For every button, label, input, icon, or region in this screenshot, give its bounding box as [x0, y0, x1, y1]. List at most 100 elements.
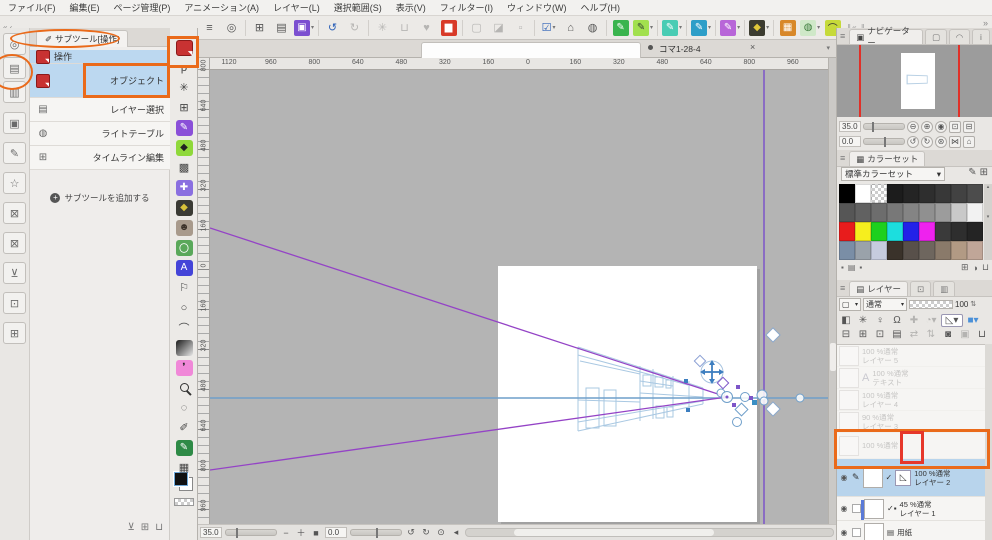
eye-icon[interactable]: ◉: [839, 528, 849, 537]
ruler-range-icon[interactable]: ◺▾: [941, 314, 963, 327]
pen-green-icon[interactable]: ✎: [610, 18, 631, 38]
import-subtool-icon[interactable]: ⊻: [127, 522, 134, 533]
scroll-left-icon[interactable]: ◂: [450, 527, 462, 539]
subtool-item-タイムライン編集[interactable]: ⊞タイムライン編集: [30, 146, 170, 170]
color-swatch-#4c4c4c[interactable]: [967, 184, 983, 203]
figure-person-tool[interactable]: ☻: [173, 218, 195, 237]
onion-skin-icon[interactable]: ♀: [873, 315, 887, 326]
layer-thumbnail[interactable]: [864, 523, 884, 540]
subtool-tab[interactable]: ✐ サブツール[操作]: [36, 30, 128, 47]
add-subtool-button[interactable]: + サブツールを追加する: [30, 188, 170, 208]
grid-tool[interactable]: ▦: [173, 458, 195, 477]
zoom-slider-knob[interactable]: [236, 528, 238, 538]
new-layer-icon[interactable]: ⊞: [856, 329, 870, 340]
draft-layer-icon[interactable]: ✳: [856, 315, 870, 326]
color-swatch-#1c1c1c[interactable]: [887, 184, 903, 203]
new-folder-icon[interactable]: ▤: [890, 329, 904, 340]
combine-icon[interactable]: ⇅: [924, 329, 938, 340]
nav-flip-v-icon[interactable]: ⌂: [963, 136, 975, 148]
eye-icon[interactable]: ◉: [839, 504, 849, 513]
zoom-value[interactable]: 35.0: [200, 527, 222, 538]
undo-icon[interactable]: ↺: [322, 18, 343, 38]
opacity-value[interactable]: 100: [955, 300, 968, 309]
apply-mask-icon[interactable]: ▣: [958, 329, 972, 340]
colorset-view-icon[interactable]: ▤: [848, 263, 856, 272]
curve-ruler-tool[interactable]: ⌒: [173, 318, 195, 337]
menu-ファイル(F)[interactable]: ファイル(F): [8, 1, 56, 14]
menu-ヘルプ(H)[interactable]: ヘルプ(H): [581, 1, 621, 14]
snap-check-icon[interactable]: ☑▾: [538, 18, 559, 38]
chevron-down-icon[interactable]: ▾: [650, 24, 653, 31]
rotate-slider-knob[interactable]: [376, 528, 378, 538]
tab-list-icon[interactable]: ▾: [826, 44, 830, 52]
navigator-rotate-slider[interactable]: [863, 138, 905, 145]
rotate-left-icon[interactable]: ↺: [405, 527, 417, 539]
save-icon[interactable]: ▣▾: [293, 18, 315, 38]
brush-green-tool[interactable]: ✎: [173, 438, 195, 457]
processing-icon[interactable]: ✳: [372, 18, 393, 38]
panel-menu-icon[interactable]: ≡: [840, 153, 845, 163]
deselect-icon[interactable]: ▢: [466, 18, 487, 38]
wand-tool[interactable]: ✳: [173, 78, 195, 97]
tab-layer[interactable]: ▤ レイヤー: [849, 281, 908, 296]
color-swatch-#c0a698[interactable]: [967, 241, 983, 260]
rotate-reset-icon[interactable]: ⊙: [435, 527, 447, 539]
subtool-item-ライトテーブル[interactable]: ◍ライトテーブル: [30, 122, 170, 146]
move-tool[interactable]: ✚: [173, 178, 195, 197]
color-swatch-#000000[interactable]: [839, 184, 855, 203]
canvas-viewport[interactable]: [210, 70, 828, 524]
subtool-dock-icon[interactable]: ▤: [3, 57, 26, 79]
nav-fit-icon[interactable]: ⊡: [949, 121, 961, 133]
document-tab-label[interactable]: コマ1-28-4: [659, 43, 701, 55]
nav-rotate-right-icon[interactable]: ↻: [921, 136, 933, 148]
material-pen-icon[interactable]: ✎: [3, 142, 26, 164]
layer-thumbnail[interactable]: [863, 468, 883, 488]
colorset-view-icon[interactable]: ▪: [859, 263, 862, 272]
color-swatch-#242424[interactable]: [967, 222, 983, 241]
nav-window-icon[interactable]: ⊟: [963, 121, 975, 133]
expand-panel-icon[interactable]: ⊟: [839, 329, 853, 340]
heart-icon[interactable]: ♥: [416, 18, 437, 38]
material-box1-icon[interactable]: ⊠: [3, 202, 26, 224]
delete-subtool-icon[interactable]: ⊔: [155, 522, 163, 533]
pen-lightgreen-icon[interactable]: ✎▾: [632, 18, 654, 38]
zoom-out-icon[interactable]: −: [280, 527, 292, 539]
new-layer-settings-icon[interactable]: ⊡: [873, 329, 887, 340]
color-swatch-#787878[interactable]: [887, 203, 903, 222]
menu-表示(V)[interactable]: 表示(V): [396, 1, 426, 14]
menu-ページ管理(P)[interactable]: ページ管理(P): [114, 1, 171, 14]
chevron-down-icon[interactable]: ▾: [679, 24, 682, 31]
quick-access-icon[interactable]: ◎: [3, 33, 26, 55]
add-color-icon[interactable]: ⊞: [961, 262, 969, 273]
delete-layer-icon[interactable]: ⊔: [975, 329, 989, 340]
layer-color-icon[interactable]: ■▾: [966, 315, 980, 326]
decoration-dark-icon[interactable]: ◆▾: [748, 18, 770, 38]
zoom-tool[interactable]: [173, 378, 195, 397]
color-swatch-#3a3a3a[interactable]: [935, 222, 951, 241]
menu-レイヤー(L)[interactable]: レイヤー(L): [273, 1, 320, 14]
eyedropper-tool[interactable]: ❜: [173, 358, 195, 377]
nav-rotate-left-icon[interactable]: ↺: [907, 136, 919, 148]
text-tool[interactable]: A: [173, 258, 195, 277]
opacity-stepper[interactable]: ⇅: [970, 300, 976, 308]
material-favorite-icon[interactable]: ☆: [3, 172, 26, 194]
color-swatch-#c6ccde[interactable]: [871, 241, 887, 260]
close-document-icon[interactable]: ×: [750, 42, 755, 52]
layer-thumbnail[interactable]: [839, 390, 859, 410]
zoom-fit-icon[interactable]: ■: [310, 527, 322, 539]
reference-layer-icon[interactable]: ◔▾: [924, 315, 938, 326]
circle-figure-tool[interactable]: ○: [173, 298, 195, 317]
layer-row-レイヤー 5[interactable]: 100 %通常レイヤー 5: [837, 345, 985, 367]
color-swatch-#6e665e[interactable]: [919, 241, 935, 260]
color-swatch-#565656[interactable]: [839, 203, 855, 222]
nav-zoom-in-icon[interactable]: ⊕: [921, 121, 933, 133]
fill-tool[interactable]: ◆: [173, 198, 195, 217]
color-swatch-#ee22ee[interactable]: [919, 222, 935, 241]
pen-teal-icon[interactable]: ✎▾: [661, 18, 683, 38]
pen-light-tool[interactable]: ✐: [173, 418, 195, 437]
color-swatch-#58504a[interactable]: [903, 241, 919, 260]
color-swatch-#424242[interactable]: [951, 184, 967, 203]
nav-zoom-100-icon[interactable]: ◉: [935, 121, 947, 133]
table-orange-icon[interactable]: ▦: [777, 18, 798, 38]
mask-icon[interactable]: ◙: [941, 329, 955, 340]
